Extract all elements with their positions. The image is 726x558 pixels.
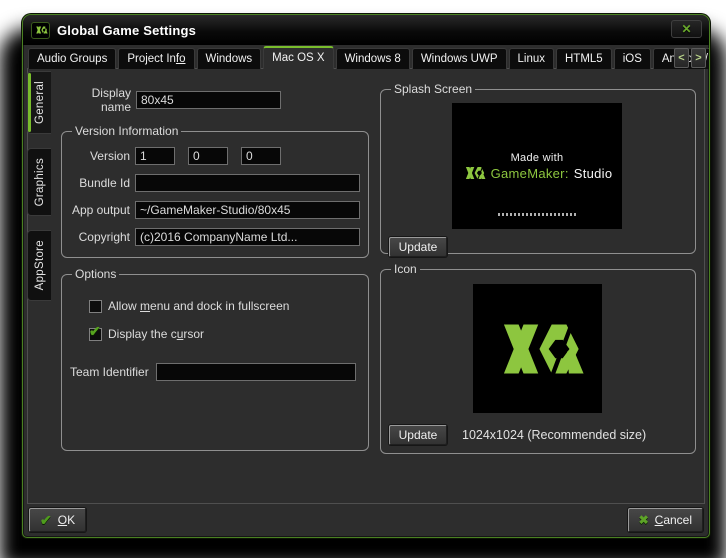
platform-tabbar: Audio Groups Project Info Windows Mac OS… <box>23 45 709 69</box>
close-icon: ✕ <box>681 22 691 36</box>
splash-brand-line: GameMaker: Studio <box>462 166 613 181</box>
copyright-input[interactable] <box>135 228 360 246</box>
gamemaker-logo-icon <box>488 323 586 375</box>
display-cursor-checkbox-row[interactable]: Display the cursor <box>89 327 360 341</box>
tab-ios[interactable]: iOS <box>614 48 651 69</box>
splash-update-button[interactable]: Update <box>389 237 447 257</box>
tab-windows[interactable]: Windows <box>197 48 262 69</box>
right-column: Splash Screen Made with GameMaker: Studi… <box>380 82 696 503</box>
chevron-left-icon: < <box>678 52 684 64</box>
tab-scroll-buttons: < > <box>674 48 706 68</box>
version-major-input[interactable] <box>135 147 175 165</box>
allow-menu-dock-checkbox-row[interactable]: Allow menu and dock in fullscreen <box>89 299 360 313</box>
version-build-input[interactable] <box>241 147 281 165</box>
left-column: Display name Version Information Version <box>61 82 369 503</box>
tab-scroll-right-button[interactable]: > <box>691 48 706 68</box>
section-tab-rail: General Graphics AppStore <box>27 69 51 503</box>
display-name-input[interactable] <box>136 91 281 109</box>
options-title: Options <box>72 267 119 281</box>
team-identifier-input[interactable] <box>156 363 356 381</box>
bundle-id-label: Bundle Id <box>68 176 130 190</box>
dialog-footer: ✔ OK ✖ Cancel <box>23 504 709 537</box>
allow-menu-dock-label: Allow menu and dock in fullscreen <box>108 299 289 313</box>
splash-brand-gamemaker: GameMaker: <box>491 166 569 181</box>
tab-scroll-left-button[interactable]: < <box>674 48 689 68</box>
display-name-label: Display name <box>61 86 131 114</box>
options-group: Options Allow menu and dock in fullscree… <box>61 267 369 451</box>
global-game-settings-window: Global Game Settings ✕ Audio Groups Proj… <box>22 14 710 538</box>
version-information-title: Version Information <box>72 124 181 138</box>
icon-group: Icon Update 1024x1024 (Recommended size) <box>380 262 696 454</box>
icon-size-hint: 1024x1024 (Recommended size) <box>462 428 646 442</box>
copyright-label: Copyright <box>68 230 130 244</box>
icon-preview <box>473 284 602 413</box>
general-settings-content: Display name Version Information Version <box>51 69 704 503</box>
side-tab-general[interactable]: General <box>27 71 51 134</box>
splash-brand-studio: Studio <box>574 166 613 181</box>
splash-fine-print <box>498 213 576 216</box>
splash-screen-title: Splash Screen <box>391 82 475 96</box>
display-cursor-checkbox[interactable] <box>89 328 102 341</box>
tab-windows-8[interactable]: Windows 8 <box>336 48 410 69</box>
close-button[interactable]: ✕ <box>671 20 702 38</box>
side-tab-appstore[interactable]: AppStore <box>27 230 51 300</box>
app-output-label: App output <box>68 203 130 217</box>
settings-panel: General Graphics AppStore Display name V… <box>27 68 705 504</box>
window-title: Global Game Settings <box>57 23 196 38</box>
ok-button[interactable]: ✔ OK <box>29 508 86 532</box>
splash-screen-preview: Made with GameMaker: Studio <box>452 103 622 229</box>
gamemaker-logo-icon <box>462 167 486 179</box>
side-tab-graphics[interactable]: Graphics <box>27 148 51 216</box>
cancel-button[interactable]: ✖ Cancel <box>628 508 703 532</box>
check-icon: ✔ <box>40 513 52 527</box>
team-identifier-label: Team Identifier <box>70 365 149 379</box>
cancel-label: Cancel <box>655 513 692 527</box>
gamemaker-logo-icon <box>31 22 50 39</box>
icon-update-button[interactable]: Update <box>389 425 447 445</box>
app-output-input[interactable] <box>135 201 360 219</box>
tab-project-info[interactable]: Project Info <box>118 48 194 69</box>
tab-html5[interactable]: HTML5 <box>556 48 612 69</box>
window-titlebar[interactable]: Global Game Settings ✕ <box>23 15 709 45</box>
allow-menu-dock-checkbox[interactable] <box>89 300 102 313</box>
tab-windows-uwp[interactable]: Windows UWP <box>412 48 507 69</box>
tab-mac-os-x[interactable]: Mac OS X <box>263 46 333 69</box>
icon-title: Icon <box>391 262 420 276</box>
splash-screen-group: Splash Screen Made with GameMaker: Studi… <box>380 82 696 254</box>
version-label: Version <box>68 149 130 163</box>
chevron-right-icon: > <box>695 52 701 64</box>
x-icon: ✖ <box>639 514 649 526</box>
display-cursor-label: Display the cursor <box>108 327 204 341</box>
ok-label: OK <box>58 513 75 527</box>
tab-audio-groups[interactable]: Audio Groups <box>28 48 116 69</box>
tab-linux[interactable]: Linux <box>509 48 555 69</box>
bundle-id-input[interactable] <box>135 174 360 192</box>
version-information-group: Version Information Version Bundle Id <box>61 124 369 258</box>
desktop-background: Global Game Settings ✕ Audio Groups Proj… <box>0 0 726 558</box>
version-minor-input[interactable] <box>188 147 228 165</box>
splash-made-with-text: Made with <box>511 152 564 164</box>
